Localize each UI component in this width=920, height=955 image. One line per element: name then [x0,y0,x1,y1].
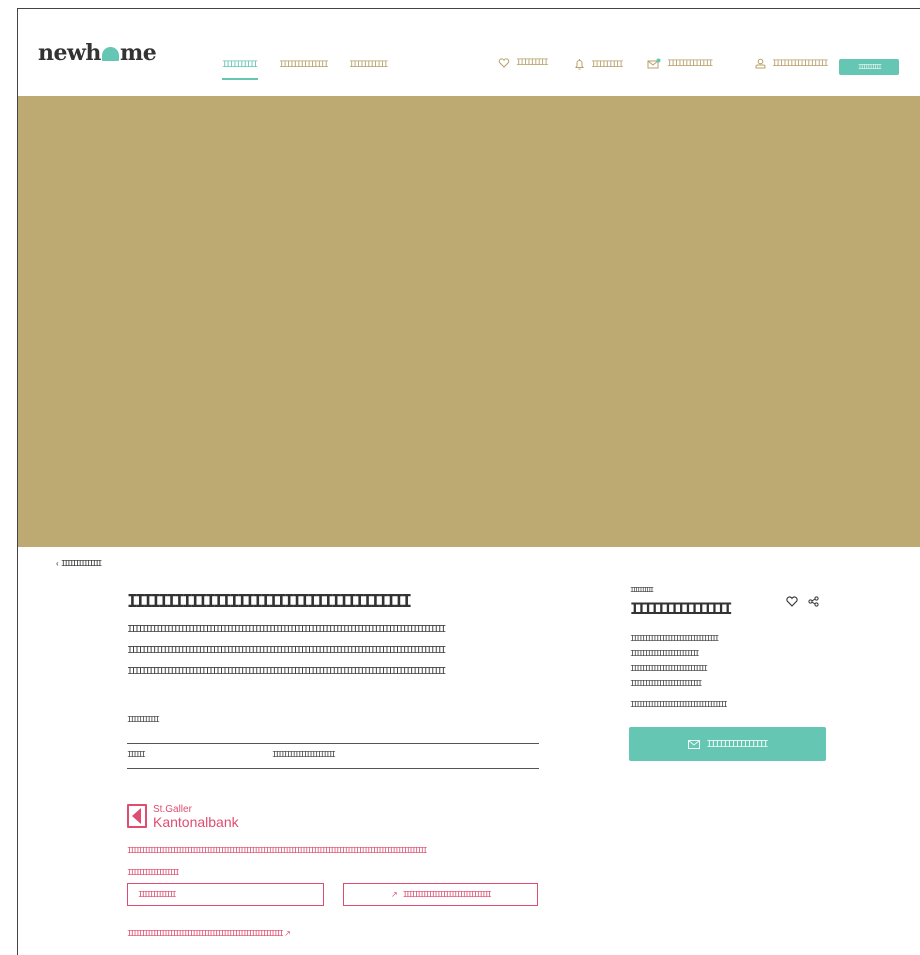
side-detail-line: IIIIIIIIIIIIIIIIIIIIIIIIIII [630,664,708,673]
messages-link[interactable]: IIIIIIIIIIIII [647,58,713,69]
back-link[interactable]: ‹ IIIIIIIIIIIIII [56,559,102,568]
sgkb-mark-icon [127,804,147,828]
table-row-key: IIIIII [127,750,146,759]
nav-item-rent[interactable]: IIIIIIIIIIIIII [279,60,329,70]
side-kicker: IIIIIIIIII [630,586,654,594]
external-arrow-icon: ↗ [284,929,291,938]
favorites-label: IIIIIIIII [516,58,549,68]
section-label: IIIIIIIIIII [127,715,160,724]
bell-icon [575,59,584,70]
login-button-label: IIIIIIIIII [857,63,882,71]
listing-title: IIIIIIIIIIIIIIIIIIIIIIIIIIIIIIIIIIII [127,591,412,612]
bank-name-line2: Kantonalbank [153,814,239,830]
account-link[interactable]: IIIIIIIIIIIIIIII [755,58,829,69]
back-link-label: IIIIIIIIIIIIII [60,559,102,568]
nav-item-more[interactable]: IIIIIIIIIII [349,60,389,70]
table-bottom-divider [127,768,539,769]
side-detail-line: IIIIIIIIIIIIIIIIIIIIIIII [630,649,700,658]
nav-item-buy[interactable]: IIIIIIIIII [222,60,258,70]
bank-primary-button-label: IIIIIIIIIIIII [138,890,177,899]
hero-image [18,96,920,547]
heart-icon[interactable] [786,596,798,607]
favorites-link[interactable]: IIIIIIIII [498,58,549,68]
mail-icon [688,739,701,749]
description-line: IIIIIIIIIIIIIIIIIIIIIIIIIIIIIIIIIIIIIIII… [127,624,446,635]
external-arrow-icon: ↗ [390,890,398,899]
account-label: IIIIIIIIIIIIIIII [772,58,829,69]
chevron-left-icon: ‹ [56,559,59,568]
login-button[interactable]: IIIIIIIIII [839,59,899,75]
bank-offer-subtext: IIIIIIIIIIIIIIIIII [127,868,180,877]
messages-label: IIIIIIIIIIIII [667,58,713,69]
table-row-value: IIIIIIIIIIIIIIIIIIIIII [272,750,336,759]
newhome-logo[interactable]: newh me [38,40,157,66]
description-line: IIIIIIIIIIIIIIIIIIIIIIIIIIIIIIIIIIIIIIII… [127,666,446,677]
alerts-link[interactable]: IIIIIIIII [574,58,624,71]
contact-button[interactable]: IIIIIIIIIIIIIII [629,727,826,761]
bank-name: St.Galler Kantonalbank [153,804,239,830]
side-actions [786,596,819,607]
sgkb-logo: St.Galler Kantonalbank [127,804,239,830]
side-detail-line: IIIIIIIIIIIIIIIIIIIIIIIIIIIIIII [630,634,719,643]
mail-icon [647,58,661,69]
description-line: IIIIIIIIIIIIIIIIIIIIIIIIIIIIIIIIIIIIIIII… [127,645,446,656]
bank-primary-button[interactable]: IIIIIIIIIIIII [127,883,324,906]
user-icon [755,58,766,69]
contact-button-label: IIIIIIIIIIIIIII [706,738,768,750]
active-nav-underline [222,78,258,80]
share-icon[interactable] [808,596,819,607]
side-detail-line: IIIIIIIIIIIIIIIIIIIIIIIIIIIIIIIIII [630,700,728,709]
table-top-divider [127,743,539,744]
logo-text-left: newh [38,40,101,66]
bank-external-button[interactable]: ↗ IIIIIIIIIIIIIIIIIIIIIIIIIIIIIII [343,883,538,906]
bank-info-link[interactable]: IIIIIIIIIIIIIIIIIIIIIIIIIIIIIIIIIIIIIIII… [127,929,291,938]
bank-info-link-label: IIIIIIIIIIIIIIIIIIIIIIIIIIIIIIIIIIIIIIII… [127,929,284,938]
alerts-label: IIIIIIIII [591,59,624,70]
side-detail-line: IIIIIIIIIIIIIIIIIIIIIIIII [630,679,702,688]
bank-external-button-label: IIIIIIIIIIIIIIIIIIIIIIIIIIIIIII [402,890,492,899]
logo-text-right: me [119,40,157,66]
house-roof-icon [101,47,119,61]
heart-icon [498,58,510,68]
bank-offer-text: IIIIIIIIIIIIIIIIIIIIIIIIIIIIIIIIIIIIIIII… [127,846,428,855]
side-title: IIIIIIIIIIIIIII [630,599,732,618]
